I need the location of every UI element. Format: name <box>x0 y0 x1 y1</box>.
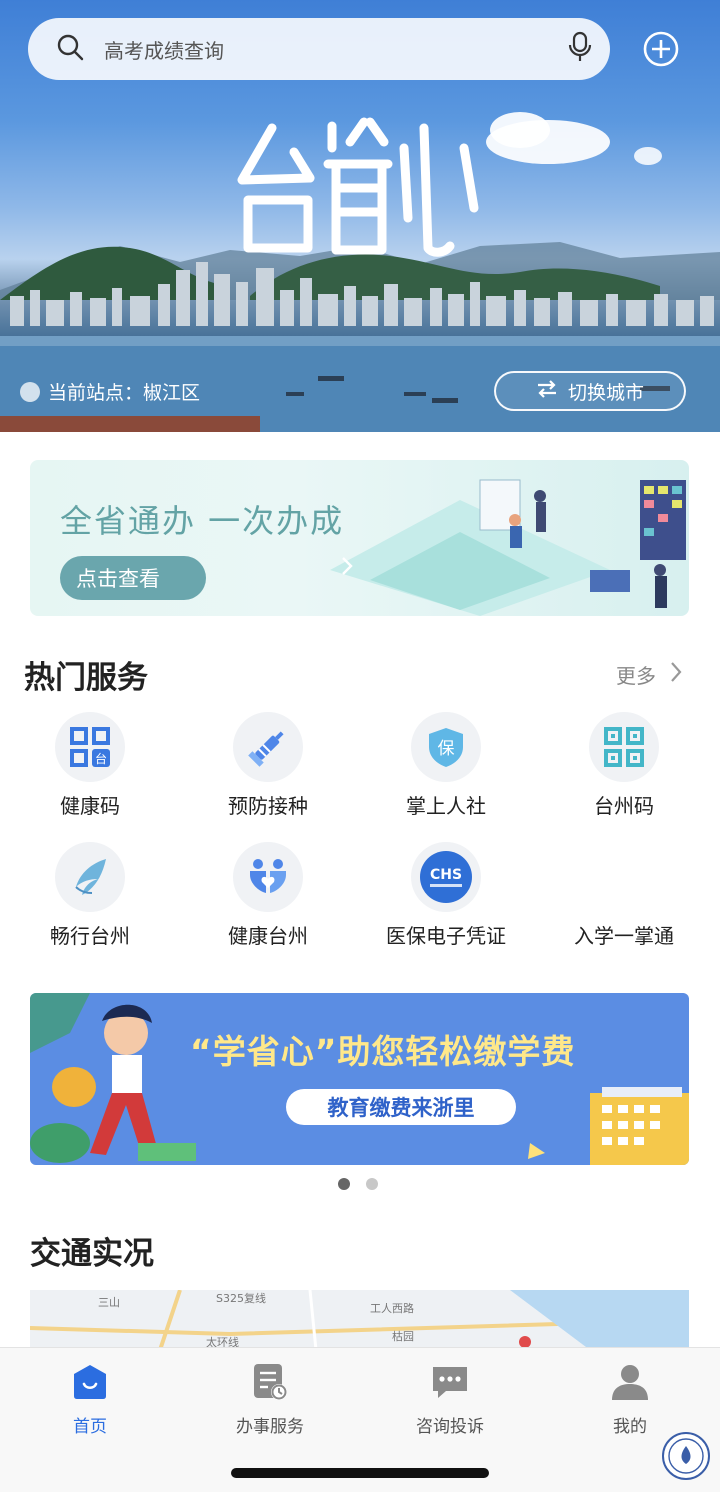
brand-logo <box>237 117 479 257</box>
service-label: 掌上人社 <box>406 794 486 818</box>
promo-cta-label: 点击查看 <box>76 567 160 591</box>
service-taizhou-code[interactable]: 台州码 <box>534 712 714 819</box>
tab-label: 办事服务 <box>236 1417 304 1437</box>
service-label: 入学一掌通 <box>574 924 674 948</box>
service-health-taizhou[interactable]: 健康台州 <box>178 842 358 949</box>
map-label: 工人西路 <box>370 1302 414 1315</box>
home-icon <box>70 1362 110 1402</box>
chs-badge-icon: CHS <box>411 842 481 912</box>
current-station-label: 当前站点：椒江区 <box>48 382 201 404</box>
plus-circle-icon[interactable] <box>643 31 679 67</box>
service-label: 畅行台州 <box>50 924 130 948</box>
promo-cta-button[interactable]: 点击查看 <box>60 556 353 600</box>
current-station: 当前站点：椒江区 <box>20 378 200 405</box>
map-label: 三山 <box>98 1296 120 1309</box>
tab-label: 咨询投诉 <box>416 1417 484 1437</box>
tab-mine[interactable]: 我的 <box>540 1362 720 1437</box>
svg-text:CHS: CHS <box>430 867 462 883</box>
qr-code-icon <box>589 712 659 782</box>
promo-title: 全省通办 一次办成 <box>60 502 345 540</box>
map-label: S325复线 <box>216 1292 266 1305</box>
service-label: 台州码 <box>594 794 654 818</box>
traffic-map[interactable]: 三山 S325复线 工人西路 枯园 太环线 <box>30 1290 689 1350</box>
document-clock-icon <box>250 1362 290 1402</box>
home-indicator <box>231 1468 489 1478</box>
qr-health-icon: 台 <box>55 712 125 782</box>
switch-city-label: 切换城市 <box>567 381 644 404</box>
more-link[interactable]: 更多 <box>616 660 682 689</box>
search-bar[interactable]: 高考成绩查询 <box>28 18 610 80</box>
tab-label: 首页 <box>73 1417 107 1437</box>
edu-headline: “学省心”助您轻松缴学费 <box>190 1032 576 1071</box>
service-label: 预防接种 <box>228 794 308 818</box>
service-school-enrollment[interactable]: 入学一掌通 <box>534 842 714 949</box>
service-travel-taizhou[interactable]: 畅行台州 <box>0 842 180 949</box>
search-icon <box>56 33 84 65</box>
carousel-dot-active <box>338 1178 350 1190</box>
syringe-icon <box>233 712 303 782</box>
chevron-right-icon <box>670 661 682 688</box>
swap-arrows-icon <box>536 379 558 403</box>
school-icon <box>589 842 659 912</box>
service-label: 健康码 <box>60 794 120 818</box>
location-pin-icon <box>20 381 40 402</box>
tab-services[interactable]: 办事服务 <box>180 1362 360 1437</box>
service-label: 健康台州 <box>228 924 308 948</box>
service-social-security[interactable]: 保 掌上人社 <box>356 712 536 819</box>
chat-bubble-icon <box>430 1362 470 1402</box>
svg-text:保: 保 <box>438 739 455 759</box>
tab-consult[interactable]: 咨询投诉 <box>360 1362 540 1437</box>
more-label: 更多 <box>616 664 656 688</box>
isometric-office-illustration <box>330 479 686 616</box>
edu-pill-label: 教育缴费来浙里 <box>286 1089 516 1125</box>
promo-banner[interactable]: 全省通办 一次办成 点击查看 <box>30 460 689 616</box>
service-health-code[interactable]: 台 健康码 <box>0 712 180 819</box>
service-label: 医保电子凭证 <box>386 924 506 948</box>
hero-banner: 高考成绩查询 当前站点：椒江区 切换城市 <box>0 0 720 432</box>
tab-home[interactable]: 首页 <box>0 1362 180 1437</box>
family-heart-icon <box>233 842 303 912</box>
switch-city-button[interactable]: 切换城市 <box>494 371 686 411</box>
student-illustration <box>30 993 689 1165</box>
bird-wing-icon <box>55 842 125 912</box>
svg-text:台: 台 <box>95 751 107 766</box>
shield-bao-icon: 保 <box>411 712 481 782</box>
traffic-title: 交通实况 <box>30 1236 154 1272</box>
seal-logo <box>662 1432 710 1480</box>
service-vaccination[interactable]: 预防接种 <box>178 712 358 819</box>
user-icon <box>610 1362 650 1402</box>
map-label: 枯园 <box>392 1330 414 1343</box>
search-input[interactable]: 高考成绩查询 <box>104 35 568 64</box>
carousel-indicator <box>338 1178 378 1190</box>
carousel-dot <box>366 1178 378 1190</box>
microphone-icon[interactable] <box>568 31 592 67</box>
hot-services-title: 热门服务 <box>24 660 148 696</box>
map-roads <box>30 1290 689 1350</box>
education-fee-banner[interactable]: “学省心”助您轻松缴学费 教育缴费来浙里 <box>30 993 689 1165</box>
service-medical-insurance[interactable]: CHS 医保电子凭证 <box>356 842 536 949</box>
